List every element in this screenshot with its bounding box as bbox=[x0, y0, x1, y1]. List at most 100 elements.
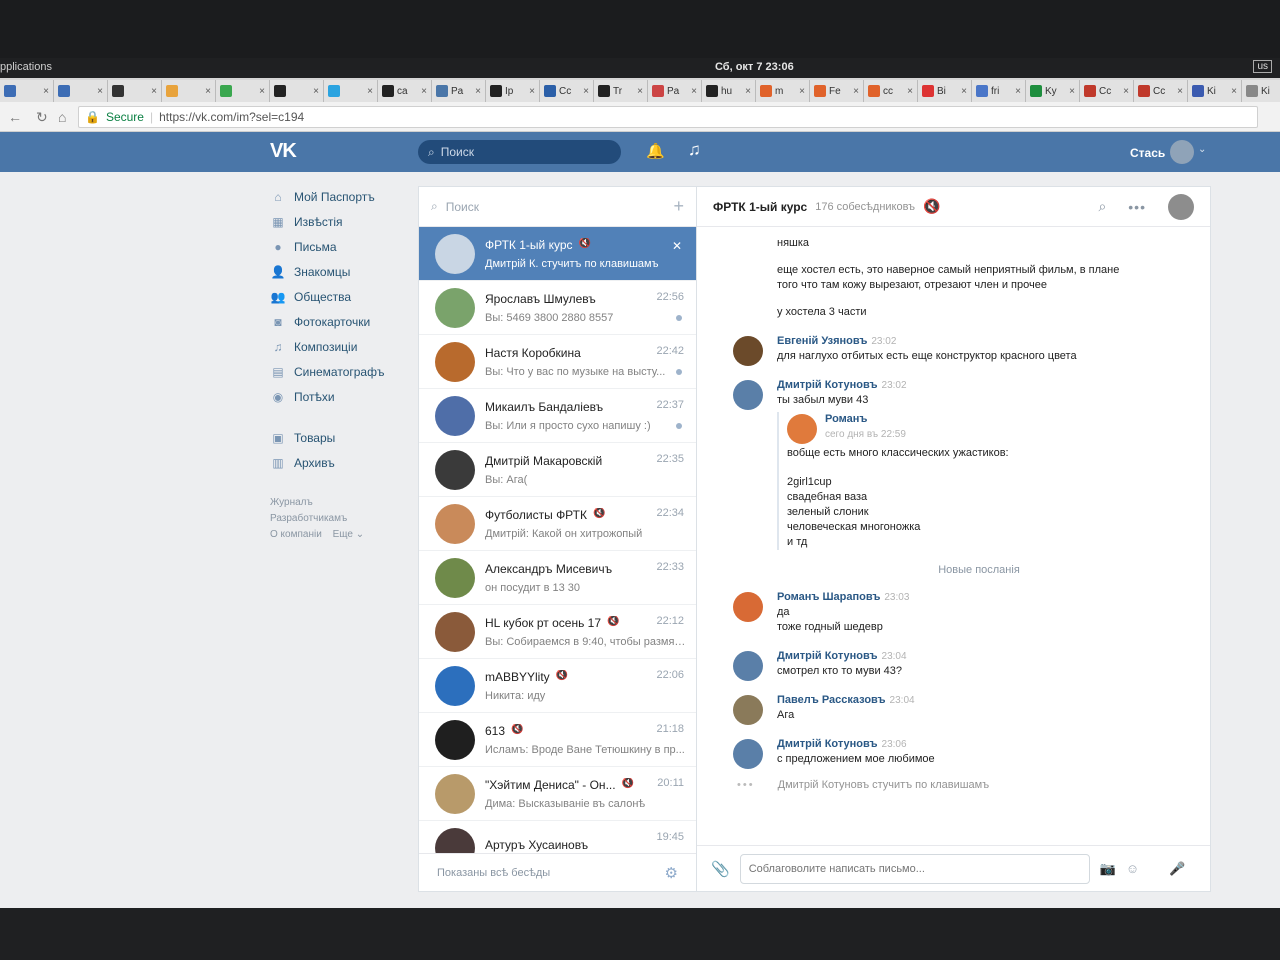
close-icon[interactable]: × bbox=[637, 86, 643, 97]
journal-link[interactable]: Журналъ bbox=[270, 495, 410, 511]
dialogs-search-input[interactable]: ⌕ Поиск + bbox=[419, 187, 696, 227]
menu-item[interactable]: ▦ Извѣстія bbox=[270, 209, 410, 234]
close-icon[interactable]: × bbox=[583, 86, 589, 97]
avatar[interactable] bbox=[733, 695, 763, 725]
dialog-item[interactable]: Дмитрій Макаровскій Вы: Ага(22:35 bbox=[419, 443, 696, 497]
more-link[interactable]: Еще ⌄ bbox=[333, 529, 365, 540]
avatar[interactable] bbox=[733, 336, 763, 366]
browser-tab[interactable]: m × bbox=[756, 80, 810, 102]
menu-item[interactable]: ⌂ Мой Паспортъ bbox=[270, 184, 410, 209]
user-name[interactable]: Стась bbox=[1130, 146, 1165, 160]
dialog-item[interactable]: Настя Коробкина Вы: Что у вас по музыке н… bbox=[419, 335, 696, 389]
dialogs-footer-label[interactable]: Показаны всѣ бесѣды bbox=[437, 867, 550, 879]
menu-item[interactable]: ◉ Потѣхи bbox=[270, 384, 410, 409]
avatar[interactable] bbox=[435, 233, 475, 274]
menu-item[interactable]: ◙ Фотокарточки bbox=[270, 309, 410, 334]
avatar[interactable] bbox=[435, 611, 475, 652]
close-icon[interactable]: × bbox=[205, 86, 211, 97]
close-icon[interactable]: × bbox=[799, 86, 805, 97]
browser-tab[interactable]: Bi × bbox=[918, 80, 972, 102]
header-search-input[interactable]: ⌕ Поиск bbox=[418, 140, 621, 164]
browser-tab[interactable]: Pa × bbox=[432, 80, 486, 102]
music-icon[interactable]: ♫ bbox=[688, 140, 701, 160]
new-chat-plus-icon[interactable]: + bbox=[673, 196, 684, 217]
menu-item[interactable]: ♫ Композиціи bbox=[270, 334, 410, 359]
message-author[interactable]: Евгеній Узяновъ bbox=[777, 335, 867, 347]
avatar[interactable] bbox=[435, 449, 475, 490]
applications-menu[interactable]: pplications bbox=[0, 61, 52, 73]
avatar[interactable] bbox=[733, 739, 763, 769]
camera-icon[interactable]: 📷 bbox=[1100, 861, 1116, 877]
browser-tab[interactable]: Ki× bbox=[1188, 80, 1242, 102]
browser-tab[interactable]: Tr × bbox=[594, 80, 648, 102]
close-icon[interactable]: × bbox=[745, 86, 751, 97]
home-icon[interactable]: ⌂ bbox=[58, 109, 66, 125]
dialog-item[interactable]: Футболисты ФРТК 🔇 Дмитрій: Какой он хитрож… bbox=[419, 497, 696, 551]
avatar[interactable] bbox=[435, 503, 475, 544]
close-icon[interactable]: × bbox=[961, 86, 967, 97]
close-icon[interactable]: × bbox=[907, 86, 913, 97]
browser-tab[interactable]: Ip × bbox=[486, 80, 540, 102]
browser-tab[interactable]: Pa × bbox=[648, 80, 702, 102]
browser-tab[interactable]: Ky × bbox=[1026, 80, 1080, 102]
browser-tab[interactable]: fri × bbox=[972, 80, 1026, 102]
dialog-item[interactable]: "Хэйтим Дениса" - Он... 🔇 Дима: Высказыван… bbox=[419, 767, 696, 821]
browser-tab[interactable]: × bbox=[216, 80, 270, 102]
avatar[interactable] bbox=[733, 380, 763, 410]
avatar[interactable] bbox=[435, 719, 475, 760]
menu-item[interactable]: 👤 Знакомцы bbox=[270, 259, 410, 284]
close-icon[interactable]: × bbox=[421, 86, 427, 97]
close-icon[interactable]: × bbox=[313, 86, 319, 97]
developers-link[interactable]: Разработчикамъ bbox=[270, 511, 410, 527]
browser-tab[interactable]: Ki× bbox=[1242, 80, 1280, 102]
message-author[interactable]: Романъ Шараповъ bbox=[777, 591, 880, 603]
close-icon[interactable]: × bbox=[97, 86, 103, 97]
close-icon[interactable]: × bbox=[1069, 86, 1075, 97]
menu-item[interactable]: 👥 Общества bbox=[270, 284, 410, 309]
browser-tab[interactable]: Cc × bbox=[540, 80, 594, 102]
message-author[interactable]: Дмитрій Котуновъ bbox=[777, 379, 878, 391]
close-icon[interactable]: × bbox=[151, 86, 157, 97]
browser-tab[interactable]: ca × bbox=[378, 80, 432, 102]
avatar[interactable] bbox=[435, 557, 475, 598]
message-input[interactable] bbox=[739, 853, 1090, 884]
message-author[interactable]: Павелъ Рассказовъ bbox=[777, 694, 886, 706]
close-icon[interactable]: ✕ bbox=[672, 239, 682, 253]
menu-item[interactable]: ▥ Архивъ bbox=[270, 450, 410, 475]
chat-title[interactable]: ФРТК 1-ый курс bbox=[713, 200, 807, 214]
dialog-item[interactable]: Александръ Мисевичъ он посудит в 13 30 22:… bbox=[419, 551, 696, 605]
browser-tab[interactable]: Cc × bbox=[1080, 80, 1134, 102]
browser-tab[interactable]: × bbox=[108, 80, 162, 102]
browser-tab[interactable]: hu × bbox=[702, 80, 756, 102]
chevron-down-icon[interactable]: ⌄ bbox=[1198, 144, 1206, 155]
close-icon[interactable]: × bbox=[1231, 86, 1237, 97]
bell-icon[interactable]: 🔔 bbox=[646, 142, 665, 160]
avatar[interactable] bbox=[733, 651, 763, 681]
avatar[interactable] bbox=[787, 414, 817, 444]
close-icon[interactable]: × bbox=[1015, 86, 1021, 97]
more-icon[interactable]: ••• bbox=[1128, 199, 1146, 215]
dialog-item[interactable]: Микаилъ Бандаліевъ Вы: Или я просто сухо … bbox=[419, 389, 696, 443]
about-link[interactable]: О компаніи bbox=[270, 529, 322, 540]
close-icon[interactable]: × bbox=[1123, 86, 1129, 97]
gear-icon[interactable]: ⚙ bbox=[665, 864, 678, 882]
close-icon[interactable]: × bbox=[475, 86, 481, 97]
close-icon[interactable]: × bbox=[691, 86, 697, 97]
dialog-item[interactable]: mABBYYlity 🔇 Никита: иду 22:06 bbox=[419, 659, 696, 713]
paperclip-icon[interactable]: 📎 bbox=[711, 860, 730, 878]
menu-item[interactable]: ▣ Товары bbox=[270, 425, 410, 450]
avatar[interactable] bbox=[1170, 140, 1194, 164]
menu-item[interactable]: ● Письма bbox=[270, 234, 410, 259]
url-field[interactable]: 🔒 Secure | https://vk.com/im?sel=c194 bbox=[78, 106, 1258, 128]
chat-members-count[interactable]: 176 собесѣдниковъ bbox=[815, 201, 915, 213]
menu-item[interactable]: ▤ Синематографъ bbox=[270, 359, 410, 384]
keyboard-layout-indicator[interactable]: us bbox=[1253, 60, 1272, 73]
avatar[interactable] bbox=[435, 773, 475, 814]
browser-tab[interactable]: × bbox=[270, 80, 324, 102]
forwarded-author[interactable]: Романъ bbox=[825, 412, 1181, 427]
browser-tab[interactable]: × bbox=[0, 80, 54, 102]
close-icon[interactable]: × bbox=[367, 86, 373, 97]
dialog-item[interactable]: ФРТК 1-ый курс 🔇 Дмитрій К. стучитъ по кла… bbox=[419, 227, 696, 281]
close-icon[interactable]: × bbox=[1177, 86, 1183, 97]
browser-tab[interactable]: Cc × bbox=[1134, 80, 1188, 102]
